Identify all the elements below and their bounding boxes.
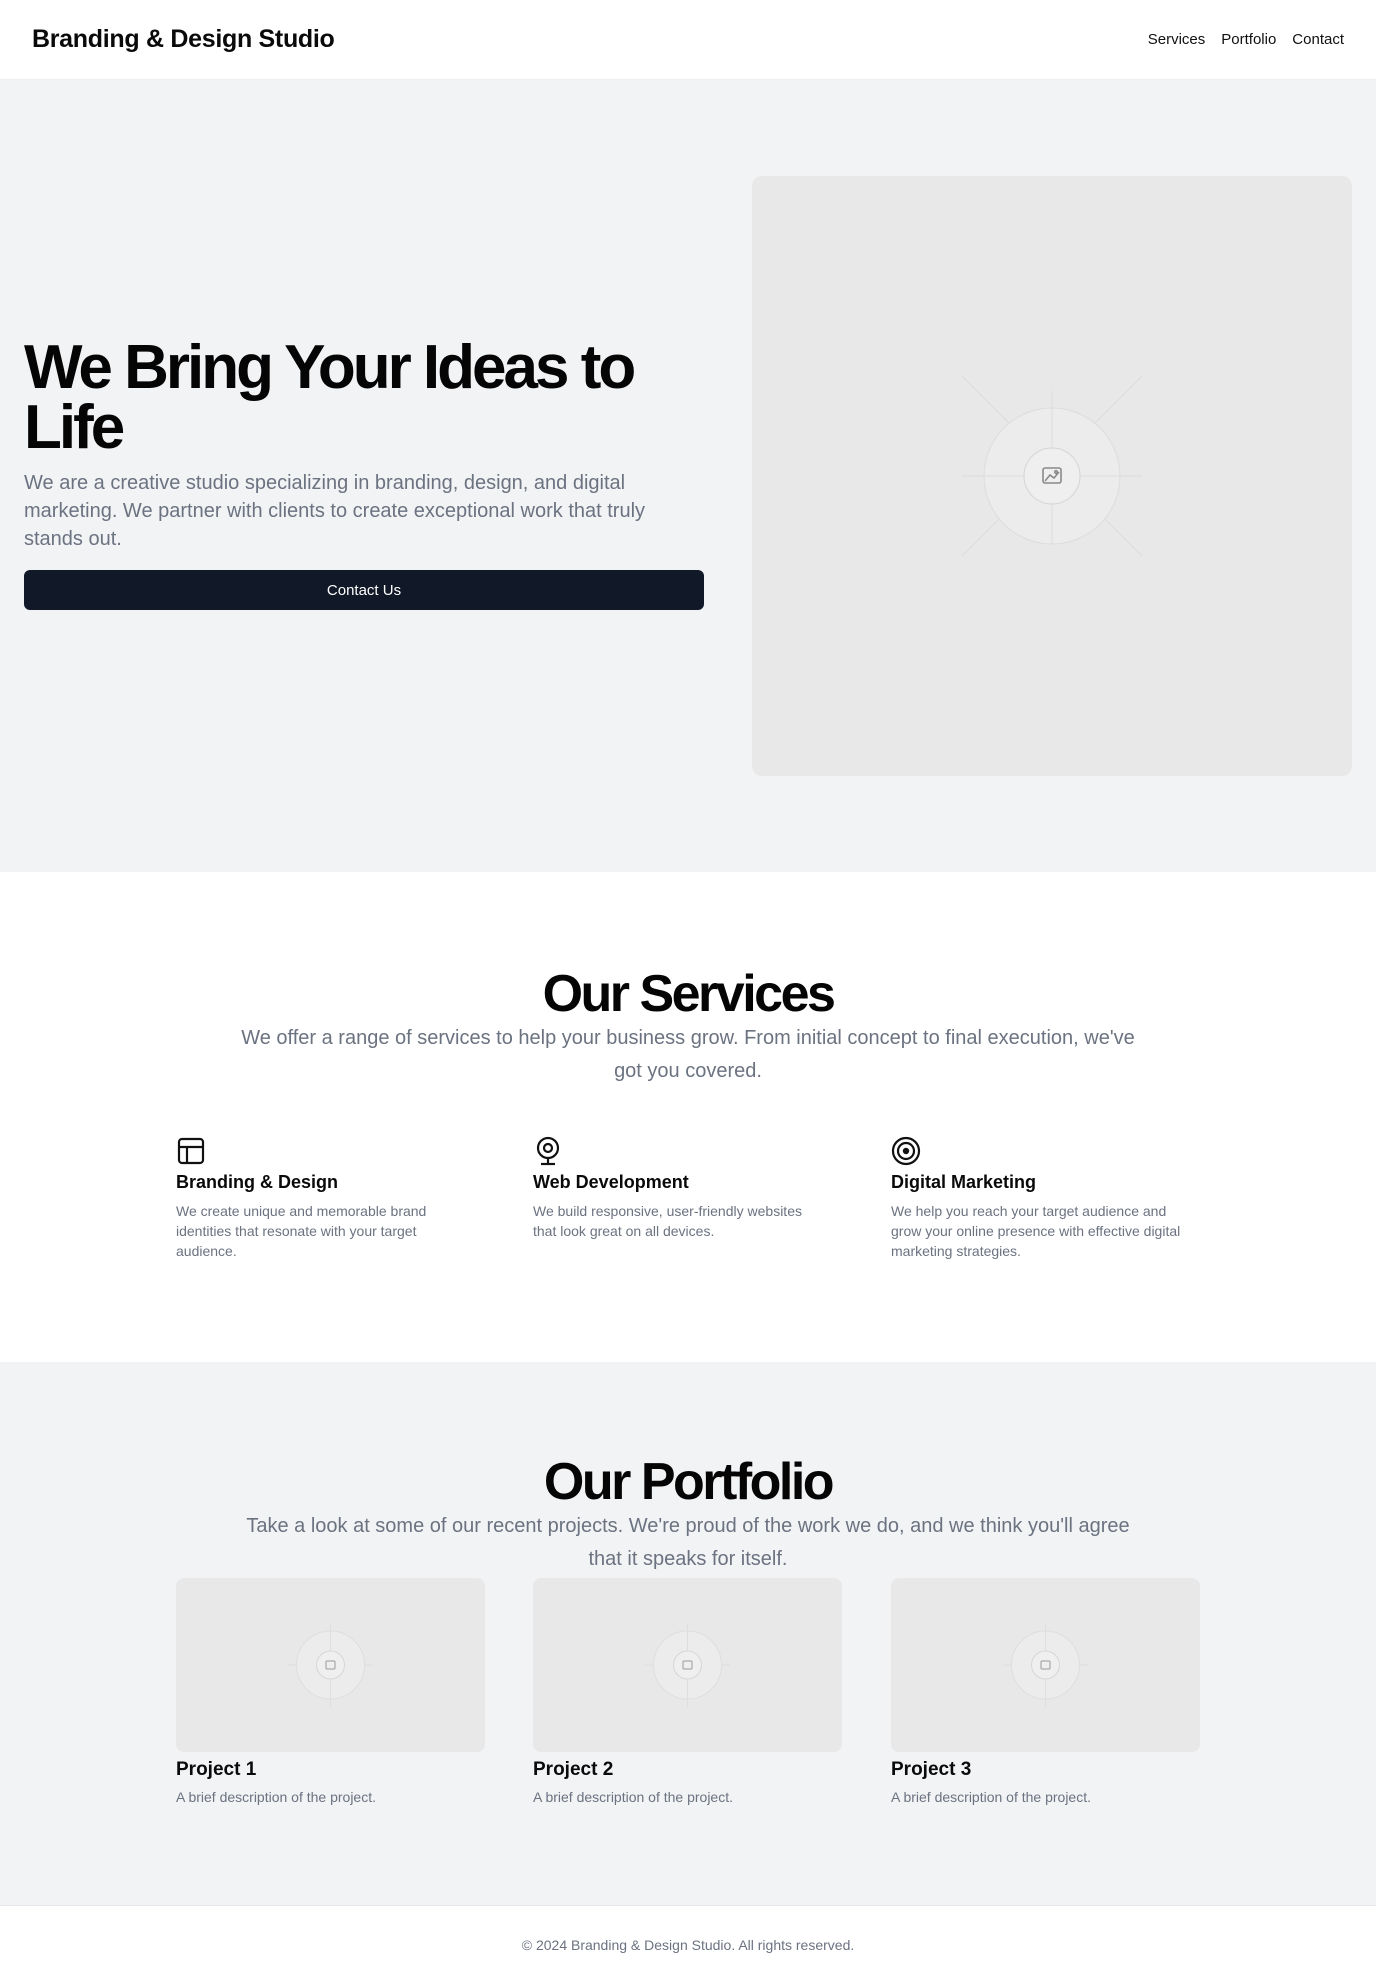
service-description: We help you reach your target audience a… [891, 1203, 1181, 1259]
portfolio-title: Our Portfolio [543, 1453, 835, 1511]
project-image-placeholder[interactable] [891, 1578, 1200, 1752]
project-card-1[interactable]: Project 1 A brief description of the pro… [176, 1578, 485, 1805]
project-description: A brief description of the project. [533, 1789, 733, 1805]
service-title: Branding & Design [176, 1172, 339, 1192]
hero-section: We Bring Your Ideas to Life We are a cre… [0, 80, 1376, 872]
services-section: Our Services We offer a range of service… [0, 872, 1376, 1362]
hero-image-placeholder [752, 176, 1352, 776]
project-title: Project 2 [533, 1759, 614, 1780]
portfolio-section: Our Portfolio Take a look at some of our… [0, 1362, 1376, 1905]
project-card-2[interactable]: Project 2 A brief description of the pro… [533, 1578, 842, 1805]
project-title: Project 1 [176, 1759, 257, 1780]
service-description: We build responsive, user-friendly websi… [533, 1203, 802, 1239]
webcam-icon [536, 1136, 560, 1166]
services-subtitle: We offer a range of services to help you… [241, 1027, 1135, 1082]
project-description: A brief description of the project. [176, 1789, 376, 1805]
project-title: Project 3 [891, 1759, 972, 1780]
hero-title: We Bring Your Ideas to Life [24, 333, 636, 462]
target-icon [891, 1136, 921, 1166]
service-card-digital-marketing: Digital Marketing We help you reach your… [891, 1136, 1181, 1261]
footer-copyright: © 2024 Branding & Design Studio. All rig… [521, 1937, 855, 1953]
site-footer: © 2024 Branding & Design Studio. All rig… [0, 1905, 1376, 1984]
image-placeholder-icon [1003, 1623, 1088, 1707]
image-placeholder-icon [288, 1623, 373, 1707]
project-card-3[interactable]: Project 3 A brief description of the pro… [891, 1578, 1200, 1805]
site-header: Branding & Design Studio Services Portfo… [0, 0, 1376, 80]
nav-portfolio-link[interactable]: Portfolio [1221, 31, 1276, 48]
brand-logo[interactable]: Branding & Design Studio [32, 25, 335, 54]
project-image-placeholder[interactable] [533, 1578, 842, 1752]
project-description: A brief description of the project. [891, 1789, 1091, 1805]
service-title: Digital Marketing [891, 1172, 1037, 1192]
main-nav: Services Portfolio Contact [1148, 31, 1344, 48]
layout-icon [177, 1137, 205, 1165]
service-title: Web Development [533, 1172, 689, 1192]
services-title: Our Services [542, 965, 836, 1023]
image-placeholder-icon [645, 1623, 730, 1707]
contact-us-button[interactable]: Contact Us [24, 570, 704, 610]
project-image-placeholder[interactable] [176, 1578, 485, 1752]
image-placeholder-icon [961, 375, 1143, 557]
hero-subtitle: We are a creative studio specializing in… [24, 472, 646, 550]
portfolio-subtitle: Take a look at some of our recent projec… [246, 1515, 1130, 1570]
nav-services-link[interactable]: Services [1148, 31, 1206, 48]
nav-contact-link[interactable]: Contact [1292, 31, 1344, 48]
service-card-web-development: Web Development We build responsive, use… [533, 1136, 823, 1241]
service-card-branding: Branding & Design We create unique and m… [176, 1136, 466, 1261]
service-description: We create unique and memorable brand ide… [176, 1203, 427, 1259]
